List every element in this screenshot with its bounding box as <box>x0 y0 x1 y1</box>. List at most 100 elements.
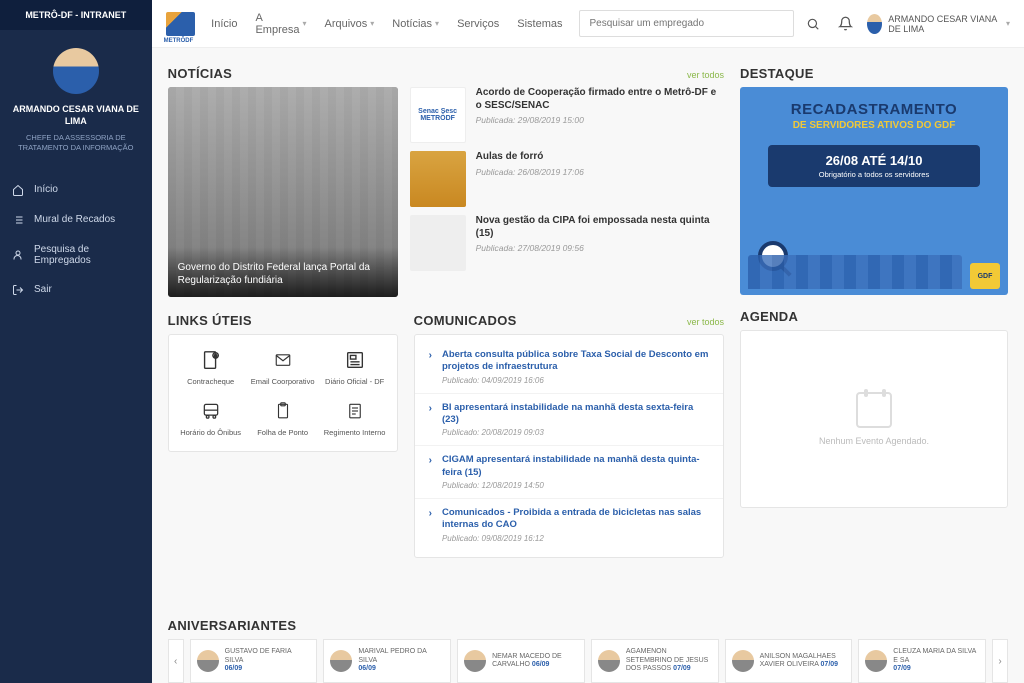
aniversariantes-section: ANIVERSARIANTES ‹ GUSTAVO DE FARIA SILVA… <box>168 618 1008 683</box>
news-item[interactable]: Nova gestão da CIPA foi empossada nesta … <box>410 215 724 271</box>
topnav-servicos[interactable]: Serviços <box>457 12 499 36</box>
link-regimento[interactable]: Regimento Interno <box>321 400 389 437</box>
topnav-noticias[interactable]: Notícias▾ <box>392 12 439 36</box>
topbar: METRÔDF Início A Empresa▾ Arquivos▾ Notí… <box>152 0 1024 48</box>
hero-caption: Governo do Distrito Federal lança Portal… <box>168 247 398 297</box>
user-menu[interactable]: ARMANDO CESAR VIANA DE LIMA ▾ <box>867 14 1010 34</box>
aniv-date: 06/09 <box>358 665 376 672</box>
destaque-section: DESTAQUE RECADASTRAMENTO DE SERVIDORES A… <box>740 66 1008 295</box>
comunicado-meta: Publicado: 09/08/2019 16:12 <box>442 534 709 543</box>
search-button[interactable] <box>802 13 824 35</box>
aniv-date: 07/09 <box>673 665 691 672</box>
topnav-inicio[interactable]: Início <box>211 12 237 36</box>
chevron-down-icon: ▾ <box>435 19 439 28</box>
profile-role: CHEFE DA ASSESSORIA DE TRATAMENTO DA INF… <box>6 133 146 153</box>
profile: ARMANDO CESAR VIANA DE LIMA CHEFE DA ASS… <box>0 30 152 167</box>
comunicado-item[interactable]: › CIGAM apresentará instabilidade na man… <box>415 446 723 499</box>
aniv-card[interactable]: GUSTAVO DE FARIA SILVA 06/09 <box>190 639 318 683</box>
comunicado-title: Comunicados - Proibida a entrada de bici… <box>442 507 709 532</box>
user-icon <box>12 249 24 261</box>
news-meta: Publicada: 29/08/2019 15:00 <box>476 115 724 125</box>
search-input[interactable] <box>579 10 795 37</box>
news-thumb <box>410 215 466 271</box>
gdf-badge: GDF <box>970 263 1000 289</box>
link-folha-ponto[interactable]: Folha de Ponto <box>249 400 317 437</box>
comunicados-section: COMUNICADOS ver todos › Aberta consulta … <box>414 313 724 558</box>
destaque-title: DESTAQUE <box>740 66 1008 81</box>
sidebar-item-pesquisa[interactable]: Pesquisa de Empregados <box>0 235 152 275</box>
link-contracheque[interactable]: $ Contracheque <box>177 349 245 386</box>
topnav: Início A Empresa▾ Arquivos▾ Notícias▾ Se… <box>211 12 562 36</box>
aniv-date: 06/09 <box>225 665 243 672</box>
aniv-card[interactable]: CLEUZA MARIA DA SILVA E SA07/09 <box>858 639 986 683</box>
avatar <box>598 650 620 672</box>
avatar <box>732 650 754 672</box>
aniv-date: 07/09 <box>821 661 839 668</box>
comunicado-item[interactable]: › Aberta consulta pública sobre Taxa Soc… <box>415 341 723 394</box>
comunicado-title: Aberta consulta pública sobre Taxa Socia… <box>442 349 709 374</box>
col-right: DESTAQUE RECADASTRAMENTO DE SERVIDORES A… <box>740 66 1008 602</box>
news-thumb: Senac SescMETRÔDF <box>410 87 466 143</box>
aniv-name: CLEUZA MARIA DA SILVA E SA <box>893 648 976 663</box>
hero-card[interactable]: Governo do Distrito Federal lança Portal… <box>168 87 398 297</box>
comunicado-meta: Publicado: 20/08/2019 09:03 <box>442 428 709 437</box>
link-label: Contracheque <box>187 377 234 386</box>
comunicado-title: BI apresentará instabilidade na manhã de… <box>442 402 709 427</box>
link-label: Folha de Ponto <box>257 428 308 437</box>
aniv-card[interactable]: ANILSON MAGALHAES XAVIER OLIVEIRA 07/09 <box>725 639 853 683</box>
aniv-name: GUSTAVO DE FARIA SILVA <box>225 648 292 663</box>
agenda-empty: Nenhum Evento Agendado. <box>819 436 929 446</box>
topnav-sistemas[interactable]: Sistemas <box>517 12 562 36</box>
news-item[interactable]: Aulas de forró Publicada: 26/08/2019 17:… <box>410 151 724 207</box>
people-icon <box>748 255 962 289</box>
link-diario[interactable]: Diário Oficial - DF <box>321 349 389 386</box>
avatar[interactable] <box>53 48 99 94</box>
chevron-right-icon: › <box>429 350 432 385</box>
noticias-section: NOTÍCIAS ver todos Governo do Distrito F… <box>168 66 724 297</box>
topnav-label: Sistemas <box>517 18 562 30</box>
avatar <box>865 650 887 672</box>
topnav-arquivos[interactable]: Arquivos▾ <box>324 12 374 36</box>
destaque-h2: DE SERVIDORES ATIVOS DO GDF <box>750 120 998 131</box>
link-email[interactable]: Email Coorporativo <box>249 349 317 386</box>
aniv-prev[interactable]: ‹ <box>168 639 184 683</box>
aniv-next[interactable]: › <box>992 639 1008 683</box>
link-label: Email Coorporativo <box>251 377 315 386</box>
comunicado-meta: Publicado: 04/09/2019 16:06 <box>442 376 709 385</box>
comunicado-meta: Publicado: 12/08/2019 14:50 <box>442 481 709 490</box>
col-left: NOTÍCIAS ver todos Governo do Distrito F… <box>168 66 724 602</box>
news-title: Nova gestão da CIPA foi empossada nesta … <box>476 215 724 240</box>
news-item[interactable]: Senac SescMETRÔDF Acordo de Cooperação f… <box>410 87 724 143</box>
notifications-button[interactable] <box>832 16 859 31</box>
news-title: Aulas de forró <box>476 151 584 164</box>
aniversariantes-title: ANIVERSARIANTES <box>168 618 1008 633</box>
destaque-card[interactable]: RECADASTRAMENTO DE SERVIDORES ATIVOS DO … <box>740 87 1008 295</box>
sidebar-item-inicio[interactable]: Início <box>0 175 152 205</box>
sidebar-item-mural[interactable]: Mural de Recados <box>0 205 152 235</box>
chevron-down-icon: ▾ <box>370 19 374 28</box>
aniv-name: NEMAR MACEDO DE CARVALHO <box>492 653 562 668</box>
topnav-label: Início <box>211 18 237 30</box>
topnav-empresa[interactable]: A Empresa▾ <box>255 12 306 36</box>
links-title: LINKS ÚTEIS <box>168 313 252 328</box>
aniv-name: AGAMENON SETEMBRINO DE JESUS DOS PASSOS <box>626 648 708 672</box>
calendar-icon <box>856 392 892 428</box>
news-list: Senac SescMETRÔDF Acordo de Cooperação f… <box>410 87 724 297</box>
receipt-icon: $ <box>199 349 223 371</box>
link-horario-onibus[interactable]: Horário do Ônibus <box>177 400 245 437</box>
aniv-card[interactable]: MARIVAL PEDRO DA SILVA06/09 <box>323 639 451 683</box>
comunicado-item[interactable]: › BI apresentará instabilidade na manhã … <box>415 394 723 447</box>
link-label: Regimento Interno <box>324 428 386 437</box>
logo[interactable]: METRÔDF <box>166 12 196 36</box>
aniv-card[interactable]: AGAMENON SETEMBRINO DE JESUS DOS PASSOS … <box>591 639 719 683</box>
sidebar-header: METRÔ-DF - INTRANET <box>0 0 152 30</box>
comunicados-ver-todos[interactable]: ver todos <box>687 317 724 327</box>
destaque-date: 26/08 ATÉ 14/10 <box>776 153 972 168</box>
noticias-ver-todos[interactable]: ver todos <box>687 70 724 80</box>
news-meta: Publicada: 26/08/2019 17:06 <box>476 167 584 177</box>
aniv-card[interactable]: NEMAR MACEDO DE CARVALHO 06/09 <box>457 639 585 683</box>
comunicado-item[interactable]: › Comunicados - Proibida a entrada de bi… <box>415 499 723 551</box>
sidebar-item-sair[interactable]: Sair <box>0 275 152 305</box>
logo-text: METRÔDF <box>164 38 194 44</box>
logout-icon <box>12 284 24 296</box>
